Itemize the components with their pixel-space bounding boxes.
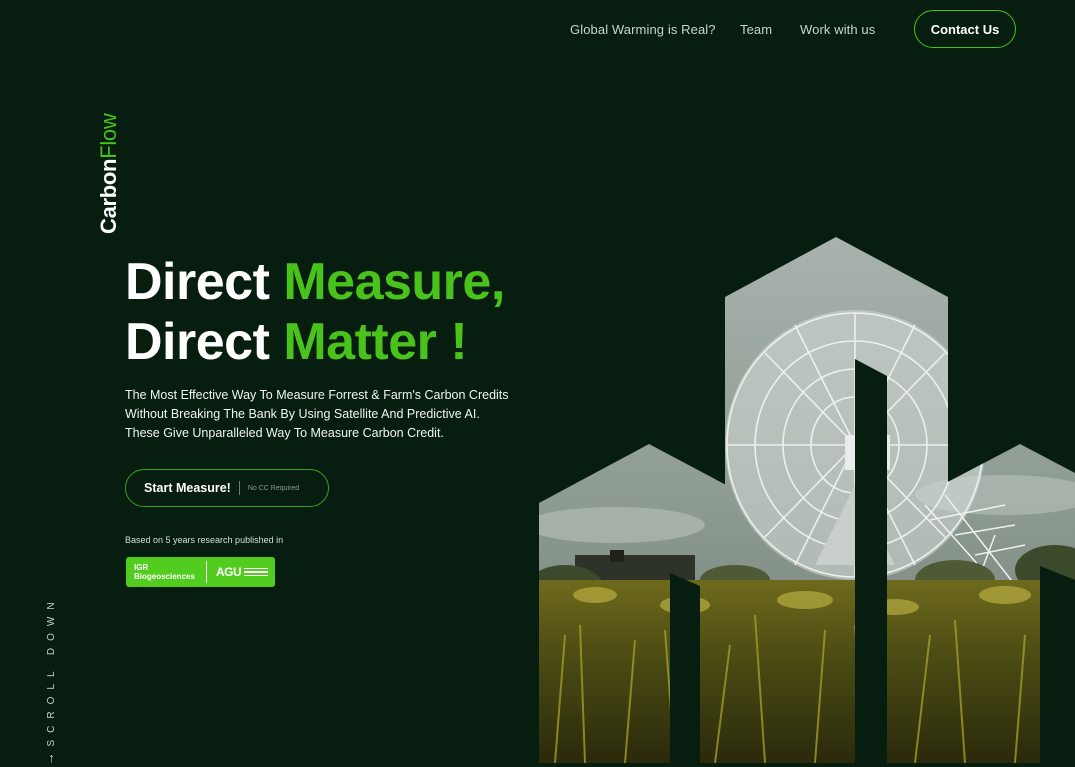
igr-label: IGR — [134, 563, 149, 572]
brand-name-carbon: Carbon — [96, 158, 121, 234]
hero-description: The Most Effective Way To Measure Forres… — [125, 386, 545, 443]
contact-us-button[interactable]: Contact Us — [914, 10, 1016, 48]
hero-description-line: The Most Effective Way To Measure Forres… — [125, 388, 509, 402]
nav-link-team[interactable]: Team — [740, 22, 772, 37]
hero-heading-line2-green: Matter ! — [283, 313, 468, 371]
hero-description-line: Without Breaking The Bank By Using Satel… — [125, 407, 480, 421]
start-measure-button[interactable]: Start Measure! No CC Required — [125, 469, 329, 507]
igr-biogeosciences-logo: IGR Biogeosciences — [126, 563, 206, 581]
button-divider — [238, 481, 240, 495]
landscape-photo — [539, 237, 1075, 763]
hero-heading-line1-white: Direct — [125, 253, 284, 311]
hero-hexagon-artwork — [539, 237, 1075, 763]
hero-description-line: These Give Unparalleled Way To Measure C… — [125, 426, 444, 440]
start-measure-label: Start Measure! — [144, 481, 231, 495]
badge-divider — [206, 561, 207, 583]
research-note: Based on 5 years research published in — [125, 535, 284, 545]
top-nav: Global Warming is Real? Team Work with u… — [0, 0, 1075, 60]
scroll-down-label: SCROLL DOWN — [46, 595, 57, 747]
arrow-down-icon: ↓ — [48, 752, 55, 767]
hero-heading-line1-green: Measure, — [283, 253, 505, 311]
agu-logo-lines — [244, 567, 269, 577]
hero-heading: Direct Measure, Direct Matter ! — [125, 252, 505, 372]
brand-name: CarbonFlow — [96, 114, 122, 234]
agu-logo: AGU — [216, 565, 242, 579]
publication-badge: IGR Biogeosciences AGU — [126, 557, 275, 587]
biogeosciences-label: Biogeosciences — [134, 572, 195, 581]
nav-link-global-warming[interactable]: Global Warming is Real? — [570, 22, 716, 37]
brand-name-flow: Flow — [96, 113, 121, 159]
hero-heading-line2-white: Direct — [125, 313, 284, 371]
scroll-down-indicator[interactable]: ↓ SCROLL DOWN — [44, 595, 59, 767]
no-cc-required-note: No CC Required — [247, 484, 300, 492]
nav-link-work-with-us[interactable]: Work with us — [800, 22, 875, 37]
brand-logo[interactable]: CarbonFlow — [29, 114, 189, 240]
